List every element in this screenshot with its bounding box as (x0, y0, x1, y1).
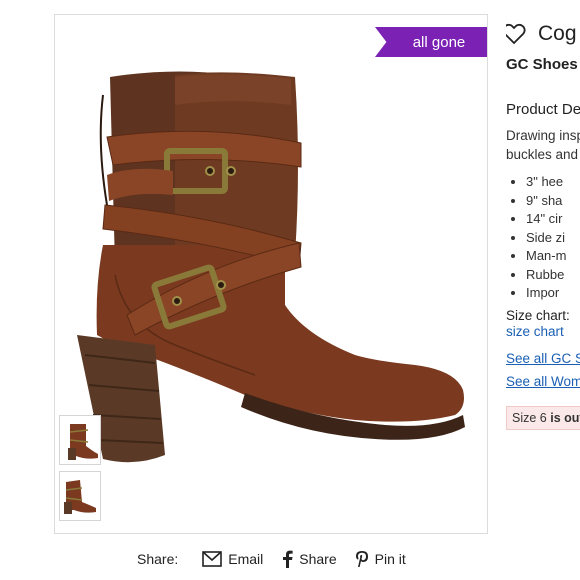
description-line: Drawing insp (506, 128, 580, 143)
envelope-icon (202, 551, 223, 567)
product-description: Drawing insp buckles and (506, 126, 580, 164)
size-chart-label: Size chart: (506, 308, 570, 323)
feature-item: Rubbe (526, 266, 566, 285)
share-pinterest-button[interactable]: Pin it (355, 550, 406, 568)
thumbnail-boot-image (68, 424, 98, 460)
feature-item: 3" hee (526, 173, 566, 192)
feature-item: Side zi (526, 229, 566, 248)
badge-label: all gone (412, 33, 466, 51)
share-pinterest-label: Pin it (374, 551, 406, 567)
feature-item: 14" cir (526, 210, 566, 229)
facebook-icon (283, 550, 293, 568)
sold-out-badge: all gone (375, 27, 487, 57)
thumbnail-boot-image (64, 480, 96, 514)
share-facebook-button[interactable]: Share (281, 550, 337, 568)
feature-item: Man-m (526, 247, 566, 266)
product-image-panel: all gone (54, 14, 488, 534)
product-details-heading: Product De (506, 101, 580, 118)
feature-list: 3" hee 9" sha 14" cir Side zi Man-m Rubb… (526, 173, 566, 303)
size-alert-bold: is out (550, 411, 580, 425)
size-alert-text: Size 6 (512, 411, 551, 425)
see-all-brand-link[interactable]: See all GC S (506, 351, 580, 366)
share-bar: Share: Email Share Pin it (137, 548, 424, 570)
product-main-image[interactable] (55, 15, 488, 534)
share-email-label: Email (228, 551, 264, 567)
thumbnail-2[interactable] (59, 471, 101, 521)
feature-item: Impor (526, 284, 566, 303)
share-label: Share: (137, 551, 179, 567)
size-availability-alert: Size 6 is out (506, 406, 580, 430)
description-line: buckles and (506, 147, 579, 162)
product-title: Cog (538, 22, 577, 45)
size-chart-link[interactable]: size chart (506, 324, 564, 339)
title-row: Cog (506, 22, 577, 46)
share-email-button[interactable]: Email (202, 551, 263, 567)
heart-outline-icon[interactable] (506, 23, 526, 45)
product-details-panel: Cog GC Shoes Product De Drawing insp buc… (506, 18, 580, 448)
see-all-category-link[interactable]: See all Wom (506, 374, 580, 389)
share-facebook-label: Share (299, 551, 337, 567)
brand-name[interactable]: GC Shoes (506, 56, 578, 73)
thumbnail-1[interactable] (59, 415, 101, 465)
pinterest-icon (355, 551, 368, 567)
feature-item: 9" sha (526, 192, 566, 211)
